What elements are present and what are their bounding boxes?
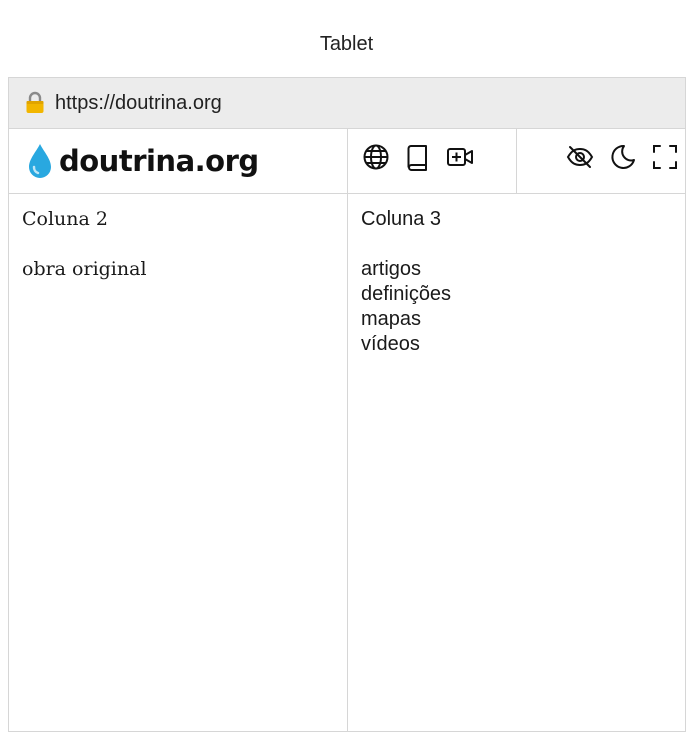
fullscreen-icon[interactable] (651, 143, 679, 171)
tablet-frame: https://doutrina.org doutrina.org Coluna… (8, 77, 686, 732)
column-3-list: artigos definições mapas vídeos (361, 257, 672, 357)
column-2-title: Coluna 2 (22, 208, 108, 230)
address-bar[interactable]: https://doutrina.org (9, 78, 685, 129)
tool-icons (517, 129, 685, 193)
column-3: Coluna 3 artigos definições mapas vídeos (348, 194, 685, 731)
site-header: doutrina.org (9, 129, 685, 194)
list-item-maps[interactable]: mapas (361, 307, 672, 332)
device-caption: Tablet (319, 33, 374, 55)
url-text: https://doutrina.org (55, 91, 222, 114)
column-2-item-original-work[interactable]: obra original (22, 258, 334, 280)
book-icon[interactable] (404, 143, 432, 171)
brand-logo[interactable]: doutrina.org (9, 129, 348, 193)
brand-name: doutrina.org (59, 144, 259, 178)
list-item-definitions[interactable]: definições (361, 282, 672, 307)
water-drop-icon (29, 144, 51, 178)
moon-icon[interactable] (609, 143, 637, 171)
column-2: Coluna 2 obra original (9, 194, 348, 731)
lock-icon (23, 91, 47, 115)
list-item-articles[interactable]: artigos (361, 257, 672, 282)
column-3-title: Coluna 3 (361, 208, 442, 230)
list-item-videos[interactable]: vídeos (361, 332, 672, 357)
nav-icons (348, 129, 517, 193)
eye-off-icon[interactable] (566, 143, 594, 171)
globe-icon[interactable] (362, 143, 390, 171)
video-add-icon[interactable] (446, 143, 474, 171)
